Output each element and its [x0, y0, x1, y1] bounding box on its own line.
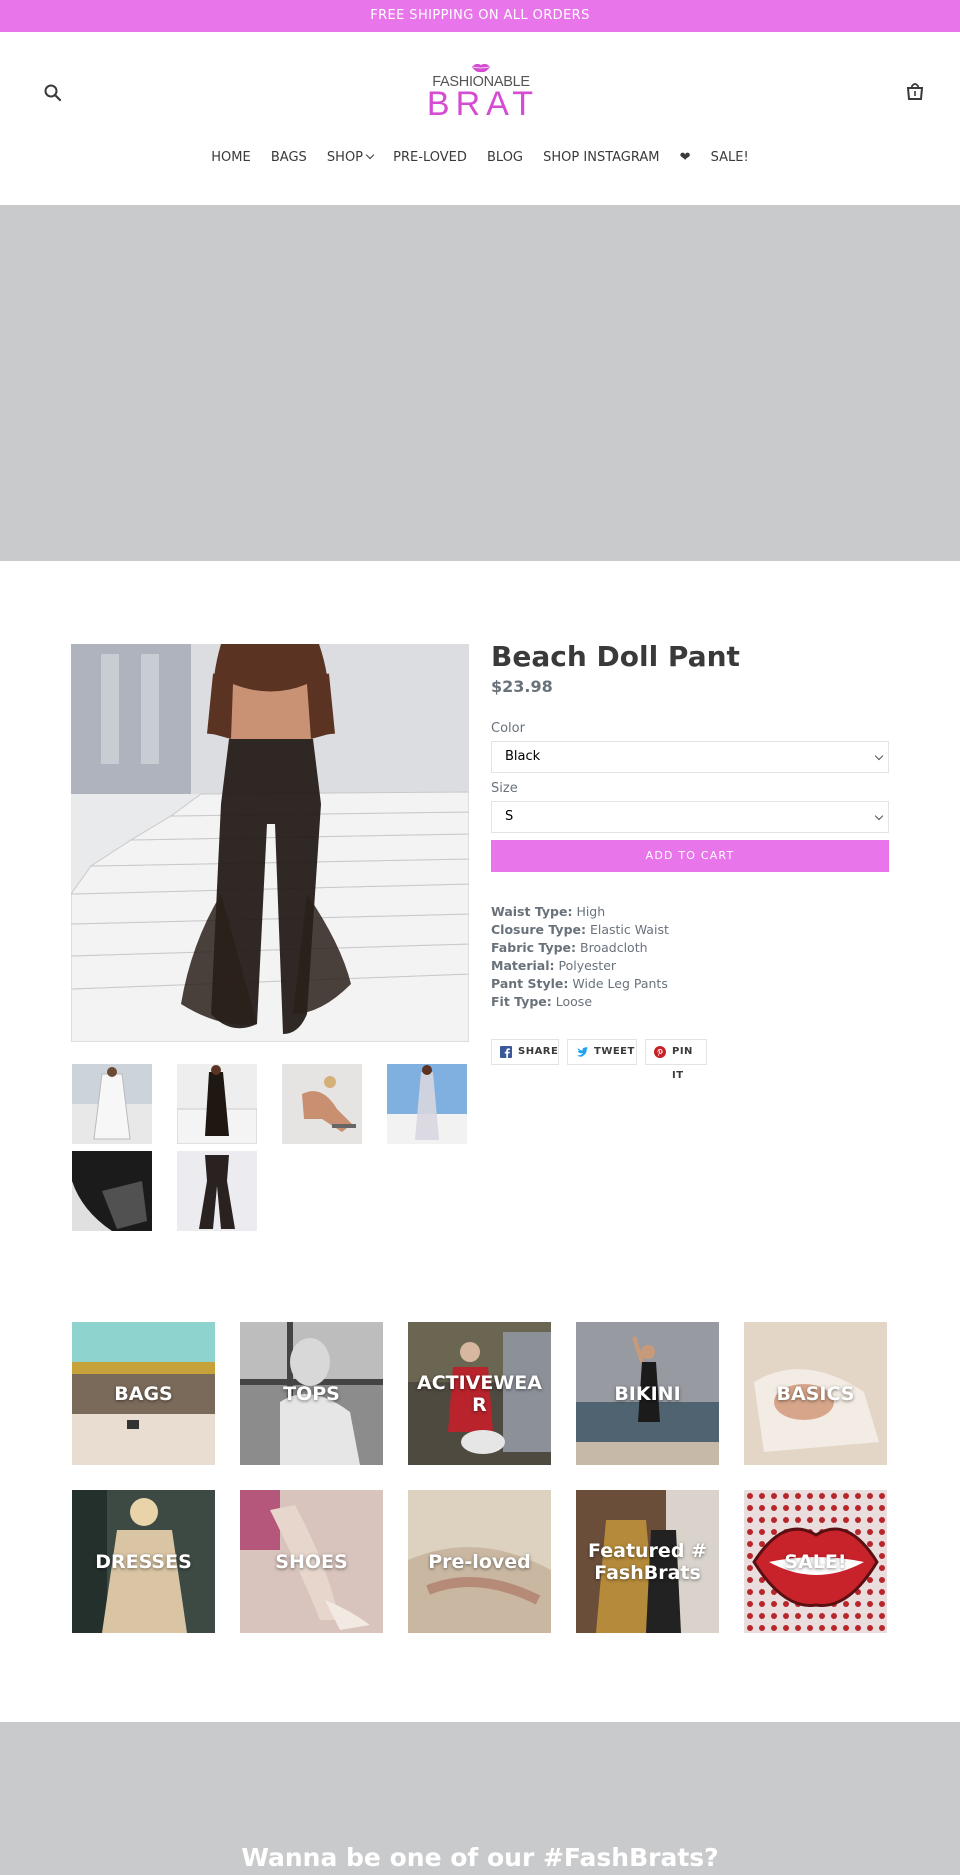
nav-sale[interactable]: SALE!	[711, 150, 749, 165]
nav-bags[interactable]: BAGS	[271, 150, 307, 165]
share-twitter-button[interactable]: TWEET	[567, 1039, 637, 1065]
product-specs: Waist Type: High Closure Type: Elastic W…	[491, 903, 669, 1011]
search-icon[interactable]	[42, 82, 64, 104]
logo-text-bottom: BRAT	[426, 85, 540, 123]
spec-row: Waist Type: High	[491, 904, 606, 919]
collection-tile-activewear[interactable]: ACTIVEWEAR	[408, 1322, 551, 1465]
nav-home[interactable]: HOME	[211, 150, 250, 165]
newsletter-section: Wanna be one of our #FashBrats?	[0, 1722, 960, 1875]
spec-row: Pant Style: Wide Leg Pants	[491, 976, 668, 991]
main-nav: HOME BAGS SHOP PRE-LOVED BLOG SHOP INSTA…	[0, 150, 960, 165]
collection-tile-bags[interactable]: BAGS	[72, 1322, 215, 1465]
nav-shop-label: SHOP	[326, 150, 364, 165]
nav-pre-loved[interactable]: PRE-LOVED	[393, 150, 467, 165]
color-select[interactable]: Black	[491, 741, 889, 773]
announcement-bar: FREE SHIPPING ON ALL ORDERS	[0, 0, 960, 32]
spec-row: Material: Polyester	[491, 958, 617, 973]
size-label: Size	[491, 781, 518, 796]
nav-blog[interactable]: BLOG	[487, 150, 523, 165]
lips-icon	[472, 63, 490, 73]
size-select-value: S	[505, 809, 514, 824]
spec-row: Fit Type: Loose	[491, 994, 593, 1009]
nav-heart[interactable]: ❤	[680, 150, 691, 165]
collection-tile-shoes[interactable]: SHOES	[240, 1490, 383, 1633]
size-select[interactable]: S	[491, 801, 889, 833]
spec-row: Closure Type: Elastic Waist	[491, 922, 669, 937]
collection-tile-bikini[interactable]: BIKINI	[576, 1322, 719, 1465]
chevron-down-icon	[874, 751, 884, 761]
product-thumbnail[interactable]	[282, 1064, 362, 1144]
twitter-icon	[577, 1046, 588, 1057]
spec-row: Fabric Type: Broadcloth	[491, 940, 648, 955]
cart-icon[interactable]	[904, 80, 928, 104]
add-to-cart-button[interactable]: ADD TO CART	[491, 840, 889, 872]
color-select-value: Black	[505, 749, 541, 764]
nav-shop-instagram[interactable]: SHOP INSTAGRAM	[543, 150, 659, 165]
hero-banner	[0, 205, 960, 561]
nav-shop[interactable]: SHOP	[326, 150, 375, 165]
collection-tile-basics[interactable]: BASICS	[744, 1322, 887, 1465]
facebook-icon	[500, 1046, 512, 1058]
collection-tile-tops[interactable]: TOPS	[240, 1322, 383, 1465]
product-thumbnail[interactable]	[177, 1064, 257, 1144]
site-header: FASHIONABLE BRAT HOME BAGS SHOP PRE-LOVE…	[0, 32, 960, 205]
newsletter-heading: Wanna be one of our #FashBrats?	[241, 1843, 719, 1872]
color-label: Color	[491, 721, 525, 736]
product-thumbnail[interactable]	[387, 1064, 467, 1144]
collection-tile-sale[interactable]: SALE!	[744, 1490, 887, 1633]
chevron-down-icon	[365, 150, 375, 160]
product-thumbnail[interactable]	[72, 1064, 152, 1144]
share-pinterest-button[interactable]: PIN IT	[645, 1039, 707, 1081]
product-title: Beach Doll Pant	[491, 640, 740, 673]
product-thumbnail[interactable]	[177, 1151, 257, 1231]
product-main-image[interactable]	[71, 644, 469, 1042]
collection-tile-dresses[interactable]: DRESSES	[72, 1490, 215, 1633]
product-thumbnail[interactable]	[72, 1151, 152, 1231]
site-logo[interactable]: FASHIONABLE BRAT	[418, 62, 544, 124]
collection-tile-pre-loved[interactable]: Pre-loved	[408, 1490, 551, 1633]
chevron-down-icon	[874, 811, 884, 821]
share-facebook-button[interactable]: SHARE	[491, 1039, 559, 1065]
announcement-text: FREE SHIPPING ON ALL ORDERS	[370, 8, 590, 23]
pinterest-icon	[654, 1046, 666, 1058]
collection-tile-featured-fashbrats[interactable]: Featured #FashBrats	[576, 1490, 719, 1633]
product-price: $23.98	[491, 677, 553, 696]
